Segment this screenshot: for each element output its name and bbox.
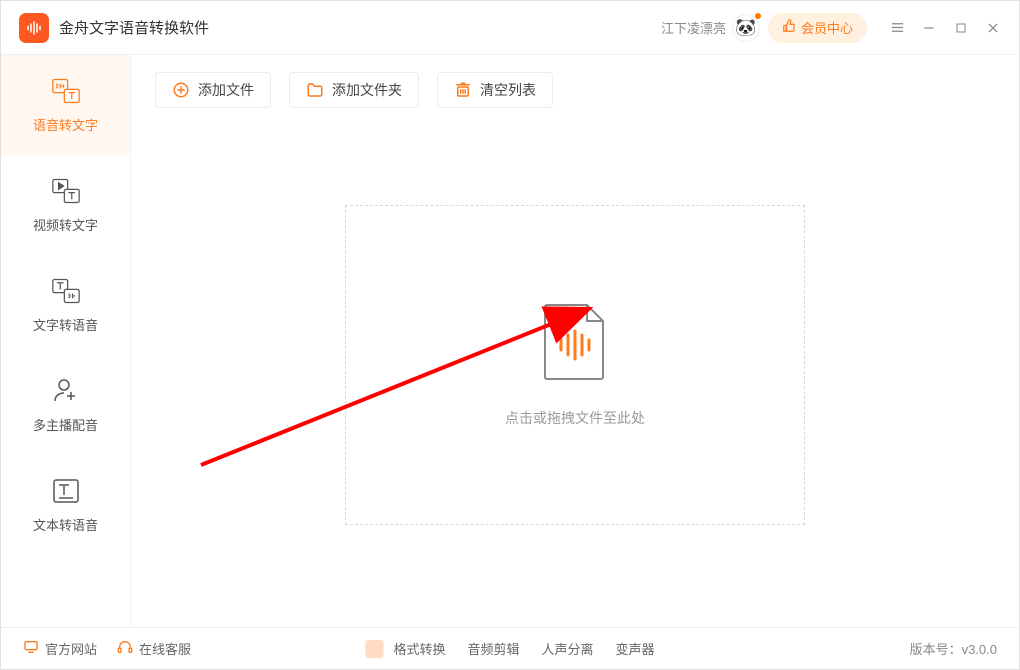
clear-list-button[interactable]: 清空列表 [437, 72, 553, 108]
format-icon [365, 640, 383, 658]
drop-zone[interactable]: 点击或拖拽文件至此处 [345, 205, 805, 525]
text-to-audio-icon [52, 277, 80, 305]
sidebar-item-label: 视频转文字 [33, 215, 98, 234]
sidebar-item-label: 文字转语音 [33, 315, 98, 334]
footer-link-label: 变声器 [616, 639, 655, 658]
sidebar-item-text-to-speech[interactable]: 文本转语音 [1, 455, 130, 555]
vocal-separate-link[interactable]: 人声分离 [542, 639, 594, 658]
sidebar-item-label: 语音转文字 [33, 115, 98, 134]
clear-list-label: 清空列表 [480, 80, 536, 100]
version-info: 版本号：v3.0.0 [910, 639, 997, 658]
multi-anchor-icon [52, 377, 80, 405]
sidebar-item-audio-to-text[interactable]: 语音转文字 [1, 55, 130, 155]
add-folder-label: 添加文件夹 [332, 80, 402, 100]
online-support-label: 在线客服 [139, 639, 191, 658]
audio-to-text-icon [52, 77, 80, 105]
sidebar-item-label: 多主播配音 [33, 415, 98, 434]
folder-icon [306, 81, 324, 99]
sidebar-item-multi-anchor[interactable]: 多主播配音 [1, 355, 130, 455]
footer-link-label: 人声分离 [542, 639, 594, 658]
avatar-panda-icon[interactable]: 🐼 [732, 14, 760, 42]
video-to-text-icon [52, 177, 80, 205]
member-center-button[interactable]: 会员中心 [768, 13, 867, 43]
text-to-speech-icon [52, 477, 80, 505]
voice-changer-link[interactable]: 变声器 [616, 639, 655, 658]
footer-link-label: 音频剪辑 [467, 639, 519, 658]
footer-link-label: 格式转换 [393, 639, 445, 658]
add-file-label: 添加文件 [198, 80, 254, 100]
audio-edit-link[interactable]: 音频剪辑 [467, 639, 519, 658]
add-folder-button[interactable]: 添加文件夹 [289, 72, 419, 108]
plus-circle-icon [172, 81, 190, 99]
sidebar-item-video-to-text[interactable]: 视频转文字 [1, 155, 130, 255]
member-center-label: 会员中心 [801, 18, 853, 37]
thumbs-up-icon [782, 19, 796, 36]
app-logo [19, 13, 49, 43]
trash-icon [454, 81, 472, 99]
monitor-icon [23, 639, 39, 658]
sidebar-item-text-to-audio[interactable]: 文字转语音 [1, 255, 130, 355]
headset-icon [117, 639, 133, 658]
official-website-label: 官方网站 [45, 639, 97, 658]
sidebar-item-label: 文本转语音 [33, 515, 98, 534]
official-website-link[interactable]: 官方网站 [23, 639, 97, 658]
user-name[interactable]: 江下凌漂亮 [661, 18, 726, 37]
sidebar: 语音转文字 视频转文字 文字转语音 多主播配音 文本转语音 [1, 55, 131, 627]
maximize-button[interactable] [945, 12, 977, 44]
menu-button[interactable] [881, 12, 913, 44]
drop-zone-hint: 点击或拖拽文件至此处 [505, 408, 645, 428]
app-title: 金舟文字语音转换软件 [59, 17, 209, 38]
close-button[interactable] [977, 12, 1009, 44]
add-file-button[interactable]: 添加文件 [155, 72, 271, 108]
format-convert-link[interactable]: 格式转换 [365, 639, 445, 658]
audio-file-icon [543, 303, 607, 386]
minimize-button[interactable] [913, 12, 945, 44]
online-support-link[interactable]: 在线客服 [117, 639, 191, 658]
